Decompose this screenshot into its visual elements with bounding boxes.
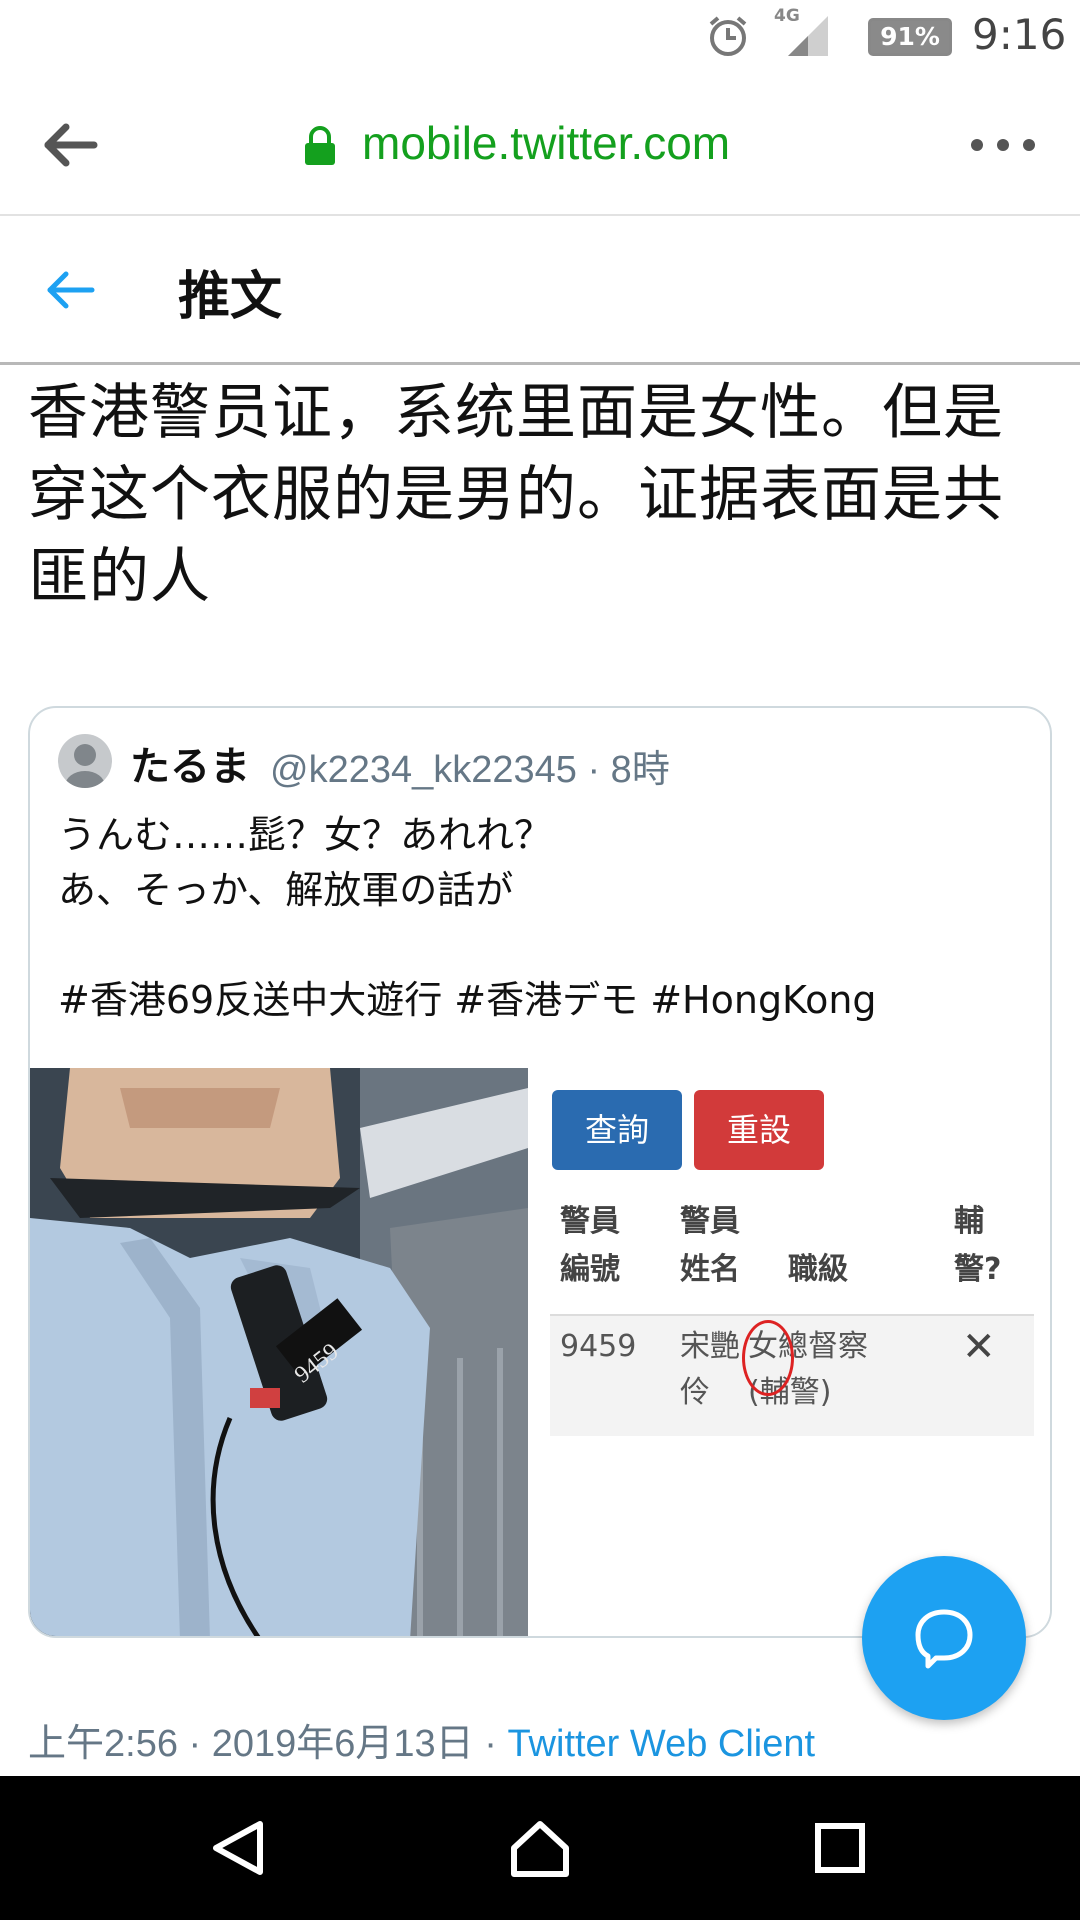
highlight-circle [742, 1320, 794, 1396]
header-officer-name: 警員 姓名 [680, 1204, 740, 1287]
quoted-tweet-media[interactable]: 9459 查詢 重設 警員 編號 警員 姓名 職級 輔 警? 9459 宋艷 伶… [30, 1068, 1050, 1636]
browser-toolbar: mobile.twitter.com [0, 76, 1080, 216]
status-bar: 4G 91% 9:16 [0, 0, 1080, 76]
cell-auxiliary: ✕ [962, 1324, 996, 1370]
clock: 9:16 [972, 10, 1067, 59]
battery-icon: 91% [868, 18, 952, 56]
police-lookup-table-image[interactable]: 查詢 重設 警員 編號 警員 姓名 職級 輔 警? 9459 宋艷 伶 女總督察… [530, 1068, 1050, 1636]
tweet-text: 香港警员证，系统里面是女性。但是穿这个衣服的是男的。证据表面是共匪的人 [28, 378, 1004, 612]
cell-officer-name: 宋艷 伶 [680, 1329, 740, 1410]
police-officer-photo[interactable]: 9459 [30, 1068, 528, 1636]
photo-illustration: 9459 [30, 1068, 528, 1636]
browser-back-icon[interactable] [40, 120, 100, 170]
tweet-meta: 上午2:56 · 2019年6月13日 · Twitter Web Client [28, 1712, 815, 1767]
page-title: 推文 [178, 267, 283, 327]
signal-icon [788, 16, 828, 56]
reset-button: 重設 [694, 1090, 824, 1170]
more-options-icon[interactable] [968, 132, 1038, 158]
quoted-author-handle[interactable]: @k2234_kk22345 · 8時 [270, 738, 670, 793]
header-rank: 職級 [788, 1252, 848, 1287]
alarm-icon [709, 16, 747, 56]
quoted-tweet-body: うんむ……髭？女？あれれ？ あ、そっか、解放軍の話が #香港69反送中大遊行 #… [58, 813, 877, 1022]
url-field[interactable]: mobile.twitter.com [362, 116, 730, 170]
chat-bubble-icon [915, 1609, 973, 1669]
tweet-client-link[interactable]: Twitter Web Client [507, 1723, 815, 1765]
query-button: 查詢 [552, 1090, 682, 1170]
avatar[interactable] [58, 734, 112, 788]
nav-back-icon[interactable] [210, 1820, 266, 1876]
tweet-header: 推文 [0, 216, 1080, 365]
nav-home-icon[interactable] [508, 1820, 572, 1878]
nav-recent-apps-icon[interactable] [814, 1822, 866, 1874]
lock-icon [305, 126, 335, 165]
back-arrow-icon[interactable] [44, 268, 96, 312]
reply-fab-button[interactable] [862, 1556, 1026, 1720]
quoted-tweet-card[interactable]: たるま @k2234_kk22345 · 8時 うんむ……髭？女？あれれ？ あ、… [28, 706, 1052, 1638]
battery-level: 91% [880, 22, 940, 51]
quoted-author-name[interactable]: たるま [130, 734, 250, 792]
cell-officer-number: 9459 [560, 1329, 637, 1364]
header-auxiliary: 輔 警? [954, 1204, 1002, 1287]
navigation-bar [0, 1776, 1080, 1920]
default-avatar-icon [65, 744, 105, 788]
header-officer-number: 警員 編號 [560, 1204, 620, 1287]
tweet-timestamp: 上午2:56 · 2019年6月13日 · [28, 1723, 508, 1765]
